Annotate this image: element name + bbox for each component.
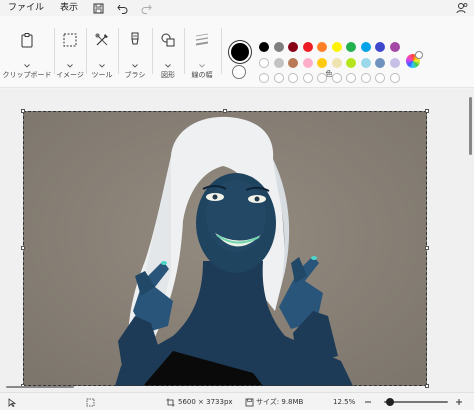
chevron-down-icon xyxy=(132,53,138,68)
clipboard-label: クリップボード xyxy=(2,71,52,79)
image-label: イメージ xyxy=(56,71,84,79)
color-swatch[interactable] xyxy=(389,57,400,68)
brush-icon xyxy=(127,32,143,48)
color-swatch[interactable] xyxy=(273,57,284,68)
colors-label: 色 xyxy=(325,70,333,78)
brushes-group[interactable]: ブラシ xyxy=(118,16,152,88)
resize-handle[interactable] xyxy=(425,384,429,388)
color-swatch[interactable] xyxy=(273,42,284,52)
resize-handle[interactable] xyxy=(21,109,25,113)
color-swatch[interactable] xyxy=(346,57,356,68)
tools-icon xyxy=(94,32,110,48)
cursor-position-icon xyxy=(8,393,17,410)
color-swatch[interactable] xyxy=(331,42,342,52)
ribbon: クリップボード イメージ ツール ブラシ 図形 線の幅 色 xyxy=(0,16,474,88)
primary-color-swatch[interactable] xyxy=(231,43,249,61)
chevron-down-icon xyxy=(199,53,205,68)
chevron-down-icon xyxy=(24,53,30,68)
color-swatch[interactable] xyxy=(389,42,400,52)
brushes-label: ブラシ xyxy=(124,71,146,79)
clipboard-group[interactable]: クリップボード xyxy=(0,16,54,88)
file-size: サイズ: 9.8MB xyxy=(256,398,304,406)
vertical-scrollbar[interactable] xyxy=(469,97,472,155)
chevron-down-icon xyxy=(67,53,73,68)
zoom-slider-thumb[interactable] xyxy=(386,398,395,406)
color-swatch[interactable] xyxy=(259,42,269,52)
color-swatch[interactable] xyxy=(346,42,356,52)
undo-icon[interactable] xyxy=(116,2,128,14)
save-icon[interactable] xyxy=(92,2,104,14)
chevron-down-icon xyxy=(165,53,171,68)
image-group[interactable]: イメージ xyxy=(54,16,86,88)
shapes-group[interactable]: 図形 xyxy=(152,16,184,88)
color-swatch[interactable] xyxy=(375,57,385,68)
color-swatch[interactable] xyxy=(317,42,327,52)
secondary-color-swatch[interactable] xyxy=(232,65,246,79)
edit-colors-icon[interactable] xyxy=(406,51,423,68)
zoom-out-icon[interactable] xyxy=(364,393,372,410)
shapes-label: 図形 xyxy=(161,71,175,79)
separator xyxy=(221,28,222,74)
chevron-down-icon xyxy=(99,53,105,68)
clipboard-icon xyxy=(19,32,35,48)
zoom-in-icon[interactable] xyxy=(455,393,463,410)
canvas-area[interactable] xyxy=(0,89,474,392)
tools-group[interactable]: ツール xyxy=(86,16,118,88)
select-icon xyxy=(62,32,78,48)
tools-label: ツール xyxy=(91,71,113,79)
file-size-icon xyxy=(245,393,254,410)
menu-file[interactable]: ファイル xyxy=(0,0,52,16)
horizontal-scrollbar[interactable] xyxy=(6,386,74,388)
canvas-dimensions: 5600 × 3733px xyxy=(178,398,233,406)
zoom-level[interactable]: 12.5% xyxy=(333,393,355,410)
line-width-label: 線の幅 xyxy=(191,71,213,79)
selection-border xyxy=(23,111,427,386)
status-bar: 5600 × 3733px サイズ: 9.8MB 12.5% xyxy=(0,392,474,410)
shapes-icon xyxy=(160,32,176,48)
color-swatch[interactable] xyxy=(288,57,298,68)
line-width-icon xyxy=(194,32,210,48)
resize-handle[interactable] xyxy=(425,109,429,113)
menu-bar: ファイル 表示 xyxy=(0,0,474,16)
line-width-group[interactable]: 線の幅 xyxy=(184,16,220,88)
color-swatch[interactable] xyxy=(360,57,371,68)
color-swatch[interactable] xyxy=(331,57,342,68)
selection-size-icon xyxy=(86,393,95,410)
color-swatch[interactable] xyxy=(360,42,371,52)
color-swatch[interactable] xyxy=(302,57,313,68)
menu-view[interactable]: 表示 xyxy=(52,0,86,16)
resize-handle[interactable] xyxy=(21,246,25,250)
color-swatch[interactable] xyxy=(317,57,327,68)
settings-icon[interactable] xyxy=(456,2,468,14)
color-swatch[interactable] xyxy=(288,42,298,52)
canvas-size-icon xyxy=(166,393,175,410)
resize-handle[interactable] xyxy=(223,109,227,113)
resize-handle[interactable] xyxy=(425,246,429,250)
color-swatch[interactable] xyxy=(375,42,385,52)
color-swatch[interactable] xyxy=(302,42,313,52)
redo-icon[interactable] xyxy=(140,2,152,14)
color-swatch[interactable] xyxy=(259,57,269,68)
